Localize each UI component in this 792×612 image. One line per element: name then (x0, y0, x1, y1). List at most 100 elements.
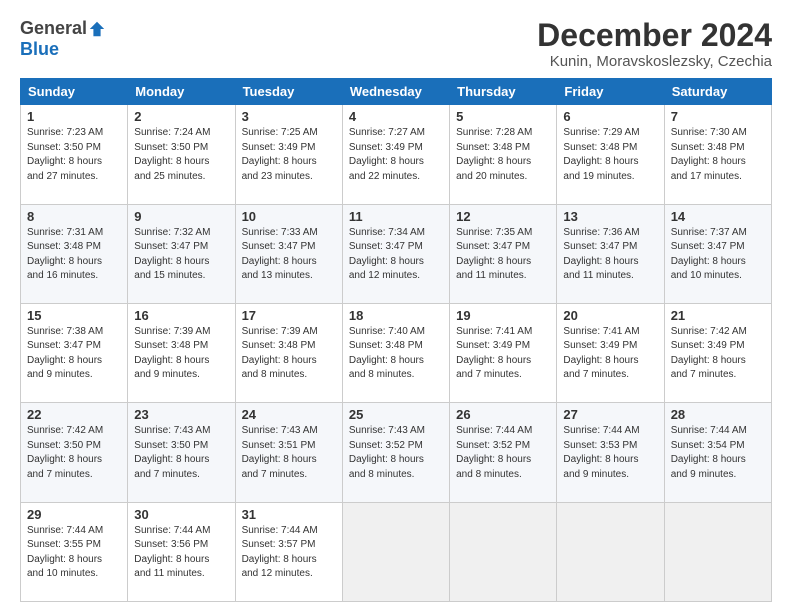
day-number: 26 (456, 407, 550, 422)
header: General Blue December 2024 Kunin, Moravs… (20, 18, 772, 70)
day-header-thursday: Thursday (450, 79, 557, 105)
day-info: Sunrise: 7:43 AMSunset: 3:50 PMDaylight:… (134, 425, 210, 480)
day-info: Sunrise: 7:44 AMSunset: 3:52 PMDaylight:… (456, 425, 532, 480)
day-cell: 21 Sunrise: 7:42 AMSunset: 3:49 PMDaylig… (664, 303, 771, 402)
day-info: Sunrise: 7:24 AMSunset: 3:50 PMDaylight:… (134, 127, 210, 182)
day-cell: 3 Sunrise: 7:25 AMSunset: 3:49 PMDayligh… (235, 105, 342, 204)
day-header-monday: Monday (128, 79, 235, 105)
day-cell: 8 Sunrise: 7:31 AMSunset: 3:48 PMDayligh… (21, 204, 128, 303)
day-cell: 18 Sunrise: 7:40 AMSunset: 3:48 PMDaylig… (342, 303, 449, 402)
day-number: 16 (134, 308, 228, 323)
day-cell: 10 Sunrise: 7:33 AMSunset: 3:47 PMDaylig… (235, 204, 342, 303)
location: Kunin, Moravskoslezsky, Czechia (537, 53, 772, 70)
day-cell: 2 Sunrise: 7:24 AMSunset: 3:50 PMDayligh… (128, 105, 235, 204)
day-header-sunday: Sunday (21, 79, 128, 105)
logo-blue-text: Blue (20, 39, 59, 59)
day-number: 15 (27, 308, 121, 323)
day-cell: 7 Sunrise: 7:30 AMSunset: 3:48 PMDayligh… (664, 105, 771, 204)
day-number: 30 (134, 507, 228, 522)
logo: General Blue (20, 18, 106, 60)
day-header-saturday: Saturday (664, 79, 771, 105)
day-number: 27 (563, 407, 657, 422)
empty-cell (557, 502, 664, 601)
day-number: 28 (671, 407, 765, 422)
day-cell: 16 Sunrise: 7:39 AMSunset: 3:48 PMDaylig… (128, 303, 235, 402)
day-number: 18 (349, 308, 443, 323)
day-cell: 27 Sunrise: 7:44 AMSunset: 3:53 PMDaylig… (557, 403, 664, 502)
day-number: 31 (242, 507, 336, 522)
day-cell: 22 Sunrise: 7:42 AMSunset: 3:50 PMDaylig… (21, 403, 128, 502)
day-info: Sunrise: 7:30 AMSunset: 3:48 PMDaylight:… (671, 127, 747, 182)
day-header-tuesday: Tuesday (235, 79, 342, 105)
day-number: 3 (242, 109, 336, 124)
day-info: Sunrise: 7:40 AMSunset: 3:48 PMDaylight:… (349, 326, 425, 381)
day-cell: 15 Sunrise: 7:38 AMSunset: 3:47 PMDaylig… (21, 303, 128, 402)
day-cell: 25 Sunrise: 7:43 AMSunset: 3:52 PMDaylig… (342, 403, 449, 502)
day-header-friday: Friday (557, 79, 664, 105)
day-cell: 5 Sunrise: 7:28 AMSunset: 3:48 PMDayligh… (450, 105, 557, 204)
day-cell: 17 Sunrise: 7:39 AMSunset: 3:48 PMDaylig… (235, 303, 342, 402)
day-info: Sunrise: 7:44 AMSunset: 3:56 PMDaylight:… (134, 525, 210, 580)
day-number: 4 (349, 109, 443, 124)
day-number: 24 (242, 407, 336, 422)
day-number: 22 (27, 407, 121, 422)
day-info: Sunrise: 7:39 AMSunset: 3:48 PMDaylight:… (134, 326, 210, 381)
day-info: Sunrise: 7:44 AMSunset: 3:57 PMDaylight:… (242, 525, 318, 580)
day-info: Sunrise: 7:27 AMSunset: 3:49 PMDaylight:… (349, 127, 425, 182)
day-number: 11 (349, 209, 443, 224)
day-number: 9 (134, 209, 228, 224)
day-number: 7 (671, 109, 765, 124)
calendar-week-row: 29 Sunrise: 7:44 AMSunset: 3:55 PMDaylig… (21, 502, 772, 601)
day-cell: 19 Sunrise: 7:41 AMSunset: 3:49 PMDaylig… (450, 303, 557, 402)
day-cell: 24 Sunrise: 7:43 AMSunset: 3:51 PMDaylig… (235, 403, 342, 502)
empty-cell (450, 502, 557, 601)
day-cell: 30 Sunrise: 7:44 AMSunset: 3:56 PMDaylig… (128, 502, 235, 601)
day-number: 8 (27, 209, 121, 224)
calendar-table: SundayMondayTuesdayWednesdayThursdayFrid… (20, 78, 772, 602)
logo-icon (88, 20, 106, 38)
day-info: Sunrise: 7:23 AMSunset: 3:50 PMDaylight:… (27, 127, 103, 182)
title-area: December 2024 Kunin, Moravskoslezsky, Cz… (537, 18, 772, 70)
day-number: 5 (456, 109, 550, 124)
day-info: Sunrise: 7:32 AMSunset: 3:47 PMDaylight:… (134, 227, 210, 282)
day-cell: 31 Sunrise: 7:44 AMSunset: 3:57 PMDaylig… (235, 502, 342, 601)
day-info: Sunrise: 7:43 AMSunset: 3:51 PMDaylight:… (242, 425, 318, 480)
day-info: Sunrise: 7:44 AMSunset: 3:54 PMDaylight:… (671, 425, 747, 480)
day-info: Sunrise: 7:42 AMSunset: 3:49 PMDaylight:… (671, 326, 747, 381)
day-cell: 23 Sunrise: 7:43 AMSunset: 3:50 PMDaylig… (128, 403, 235, 502)
day-info: Sunrise: 7:42 AMSunset: 3:50 PMDaylight:… (27, 425, 103, 480)
day-number: 29 (27, 507, 121, 522)
day-info: Sunrise: 7:41 AMSunset: 3:49 PMDaylight:… (456, 326, 532, 381)
day-number: 23 (134, 407, 228, 422)
day-cell: 28 Sunrise: 7:44 AMSunset: 3:54 PMDaylig… (664, 403, 771, 502)
day-number: 13 (563, 209, 657, 224)
day-cell: 26 Sunrise: 7:44 AMSunset: 3:52 PMDaylig… (450, 403, 557, 502)
day-info: Sunrise: 7:44 AMSunset: 3:53 PMDaylight:… (563, 425, 639, 480)
day-info: Sunrise: 7:35 AMSunset: 3:47 PMDaylight:… (456, 227, 532, 282)
calendar-week-row: 22 Sunrise: 7:42 AMSunset: 3:50 PMDaylig… (21, 403, 772, 502)
day-cell: 20 Sunrise: 7:41 AMSunset: 3:49 PMDaylig… (557, 303, 664, 402)
day-info: Sunrise: 7:28 AMSunset: 3:48 PMDaylight:… (456, 127, 532, 182)
day-info: Sunrise: 7:38 AMSunset: 3:47 PMDaylight:… (27, 326, 103, 381)
day-cell: 13 Sunrise: 7:36 AMSunset: 3:47 PMDaylig… (557, 204, 664, 303)
day-info: Sunrise: 7:36 AMSunset: 3:47 PMDaylight:… (563, 227, 639, 282)
calendar-week-row: 1 Sunrise: 7:23 AMSunset: 3:50 PMDayligh… (21, 105, 772, 204)
day-number: 1 (27, 109, 121, 124)
day-cell: 12 Sunrise: 7:35 AMSunset: 3:47 PMDaylig… (450, 204, 557, 303)
day-info: Sunrise: 7:29 AMSunset: 3:48 PMDaylight:… (563, 127, 639, 182)
day-cell: 14 Sunrise: 7:37 AMSunset: 3:47 PMDaylig… (664, 204, 771, 303)
day-info: Sunrise: 7:31 AMSunset: 3:48 PMDaylight:… (27, 227, 103, 282)
day-number: 17 (242, 308, 336, 323)
calendar-header-row: SundayMondayTuesdayWednesdayThursdayFrid… (21, 79, 772, 105)
day-number: 6 (563, 109, 657, 124)
day-number: 14 (671, 209, 765, 224)
day-number: 21 (671, 308, 765, 323)
logo-general-text: General (20, 18, 87, 39)
day-info: Sunrise: 7:44 AMSunset: 3:55 PMDaylight:… (27, 525, 103, 580)
empty-cell (664, 502, 771, 601)
day-cell: 29 Sunrise: 7:44 AMSunset: 3:55 PMDaylig… (21, 502, 128, 601)
day-cell: 4 Sunrise: 7:27 AMSunset: 3:49 PMDayligh… (342, 105, 449, 204)
day-info: Sunrise: 7:34 AMSunset: 3:47 PMDaylight:… (349, 227, 425, 282)
day-number: 10 (242, 209, 336, 224)
day-number: 25 (349, 407, 443, 422)
